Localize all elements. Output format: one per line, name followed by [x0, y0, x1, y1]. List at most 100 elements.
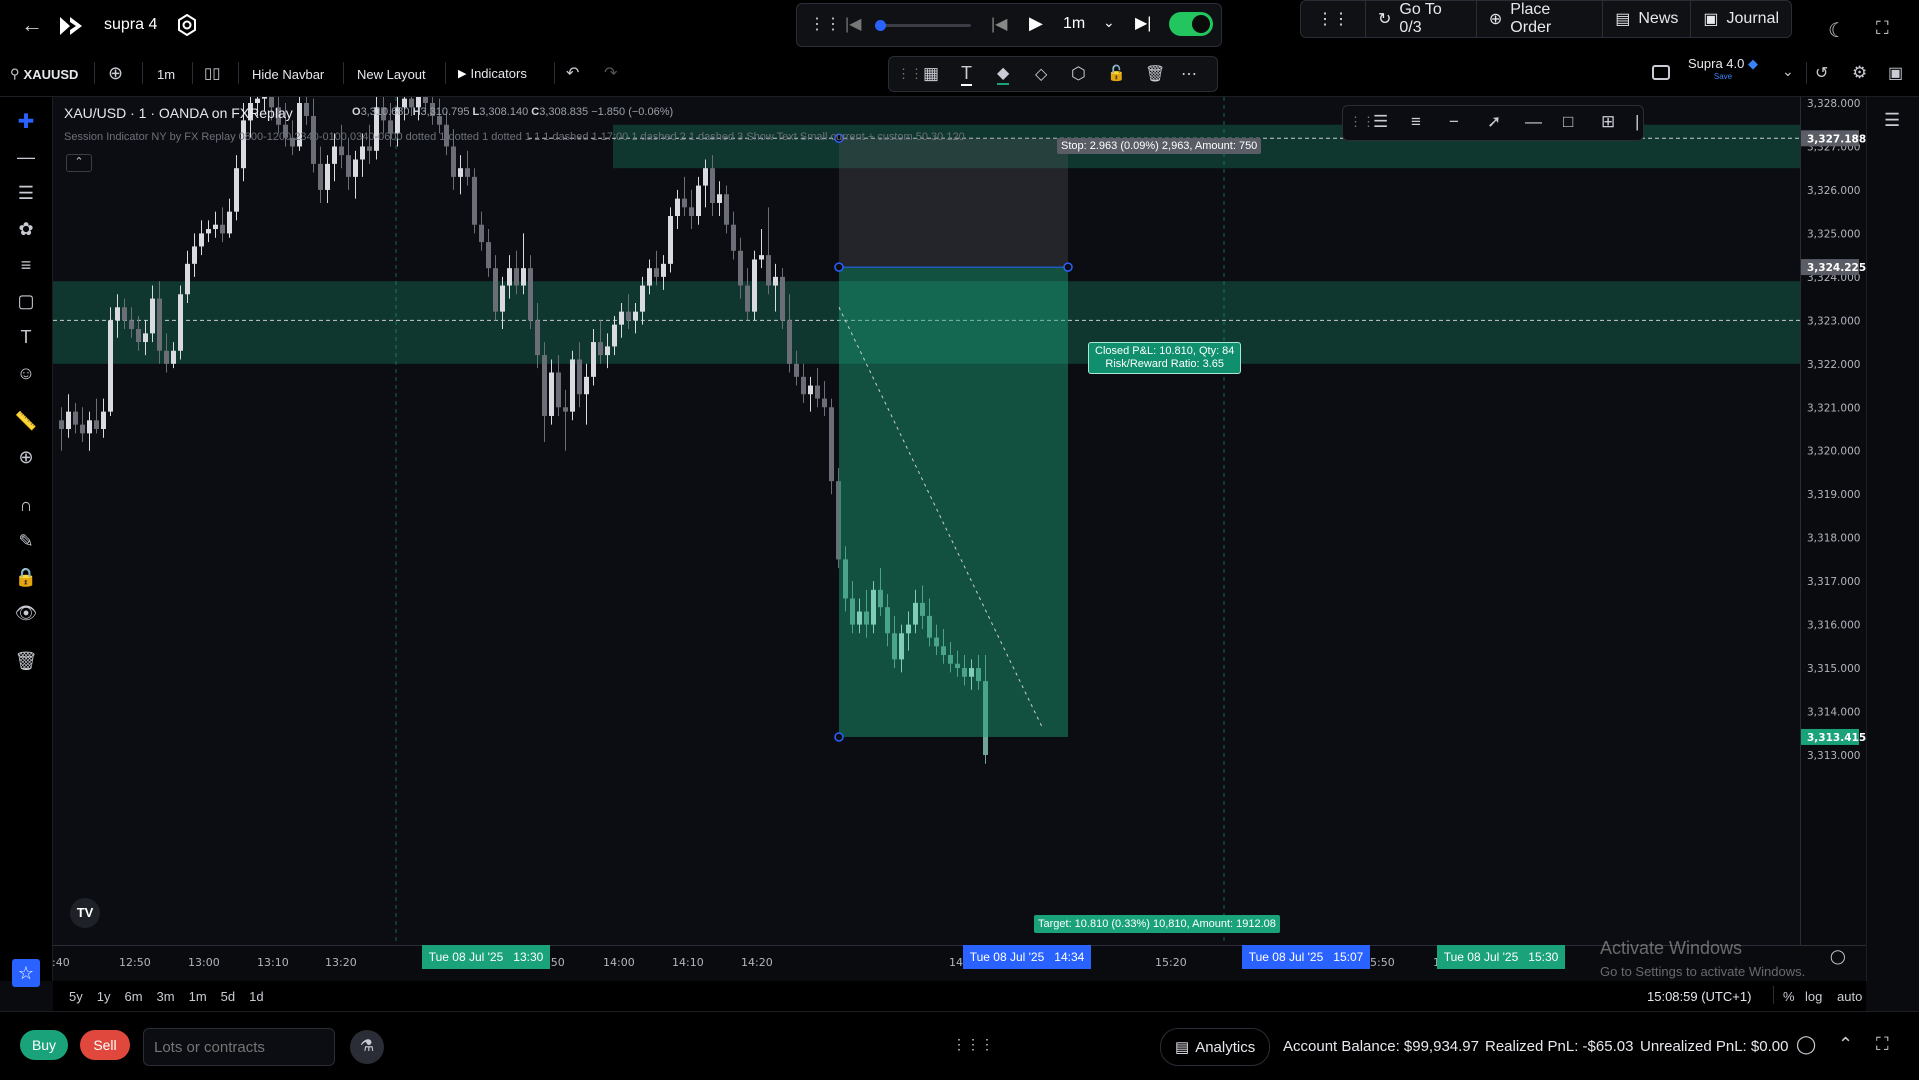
moon-icon[interactable]: ☾ [1828, 18, 1846, 43]
range-5d[interactable]: 5d [221, 989, 235, 1004]
text-icon[interactable]: T [12, 323, 40, 351]
symbol-search[interactable]: ⚲ XAUUSD [10, 66, 78, 82]
layout-name-button[interactable]: Supra 4.0 ◆ Save [1688, 56, 1758, 81]
place-order-button[interactable]: ⊕ Place Order [1477, 1, 1604, 37]
fill-color-icon[interactable]: ◆ [997, 63, 1010, 85]
layers-icon[interactable]: ☰ [1884, 110, 1900, 131]
step-back-icon[interactable]: |◀ [991, 14, 1007, 34]
lock-icon[interactable]: 🔒 [12, 563, 40, 591]
range-3m[interactable]: 3m [157, 989, 175, 1004]
chevron-up-icon[interactable]: ⌃ [1838, 1034, 1853, 1055]
zoom-in-icon[interactable]: ⊕ [12, 443, 40, 471]
undo-icon[interactable]: ↶ [566, 63, 579, 83]
journal-button[interactable]: ▣ Journal [1691, 1, 1791, 37]
fib-icon[interactable]: ≡ [12, 251, 40, 279]
percent-toggle[interactable]: % [1783, 989, 1795, 1004]
auto-toggle[interactable]: auto [1837, 989, 1862, 1004]
speed-label[interactable]: 1m [1063, 15, 1085, 33]
play-icon[interactable]: ▶ [1029, 13, 1043, 34]
expand-icon[interactable]: ⛶ [1876, 1034, 1889, 1055]
alert-icon[interactable]: ⚗ [350, 1030, 384, 1064]
checkbox-icon[interactable] [1652, 65, 1670, 80]
replay-icon[interactable]: ↺ [1815, 63, 1828, 83]
time-axis-settings-icon[interactable]: ◯ [1830, 948, 1846, 965]
range-1d[interactable]: 1d [249, 989, 263, 1004]
time-tick: 13:20 [325, 956, 357, 969]
camera-icon[interactable]: ▣ [1888, 63, 1903, 83]
emoji-icon[interactable]: ☺ [12, 359, 40, 387]
add-symbol-icon[interactable]: ⊕ [108, 63, 123, 84]
range-1m[interactable]: 1m [189, 989, 207, 1004]
hline-icon[interactable]: — [1525, 112, 1542, 132]
range-5y[interactable]: 5y [69, 989, 83, 1004]
candle-body [101, 411, 106, 429]
position-icon[interactable]: ⊞ [1601, 112, 1615, 132]
candle-body [213, 224, 218, 230]
crosshair-icon[interactable]: ✚ [12, 107, 40, 135]
redo-icon[interactable]: ↷ [604, 63, 617, 83]
rectangle-icon[interactable]: ▢ [12, 287, 40, 315]
rectangle-icon[interactable]: □ [1563, 112, 1573, 132]
drag-handle-icon[interactable]: ⋮⋮ [897, 66, 923, 82]
vline-icon[interactable]: | [1635, 112, 1639, 132]
more-icon[interactable]: ⋯ [1181, 64, 1197, 84]
time-tick: 14:00 [603, 956, 635, 969]
range-1y[interactable]: 1y [97, 989, 111, 1004]
eye-icon[interactable]: 👁 [12, 599, 40, 627]
drag-handle-icon[interactable]: ⋮⋮⋮ [952, 1036, 994, 1053]
magnet-icon[interactable]: ∩ [12, 491, 40, 519]
fullscreen-icon[interactable]: ⛶ [1876, 18, 1889, 39]
save-label[interactable]: Save [1688, 72, 1758, 81]
chevron-down-icon[interactable]: ⌄ [1782, 63, 1794, 80]
multi-line-icon[interactable]: ☰ [1373, 112, 1388, 132]
step-forward-icon[interactable]: ▶| [1135, 13, 1151, 33]
range-6m[interactable]: 6m [124, 989, 142, 1004]
trendline-icon[interactable]: — [12, 143, 40, 171]
analytics-button[interactable]: ▤ Analytics [1160, 1028, 1271, 1066]
trash-icon[interactable]: 🗑 [12, 647, 40, 675]
candles-icon[interactable]: ▯▯ [204, 64, 221, 82]
hide-navbar-button[interactable]: Hide Navbar [252, 67, 324, 82]
skip-start-icon[interactable]: |◀ [845, 14, 861, 34]
tradingview-logo-icon[interactable]: TV [70, 898, 100, 928]
text-color-icon[interactable]: T [961, 63, 972, 86]
trash-icon[interactable]: 🗑 [1145, 64, 1165, 84]
news-button[interactable]: ▤ News [1603, 1, 1692, 37]
templates-icon[interactable]: ▦ [923, 64, 939, 84]
slider-thumb[interactable] [875, 20, 886, 31]
lock-icon[interactable]: 🔓 [1107, 64, 1126, 82]
lock-drawing-icon[interactable]: ✎ [12, 527, 40, 555]
candle-body [227, 211, 232, 234]
pattern-icon[interactable]: ✿ [12, 215, 40, 243]
autoplay-toggle[interactable] [1169, 12, 1213, 36]
settings-icon[interactable]: ⬡ [1071, 64, 1086, 84]
log-toggle[interactable]: log [1805, 989, 1822, 1004]
eye-off-icon[interactable]: ◯ [1796, 1034, 1816, 1055]
sell-button[interactable]: Sell [80, 1030, 130, 1060]
grid-menu-icon[interactable]: ⋮⋮ [1301, 1, 1366, 37]
drag-handle-icon[interactable]: ⋮⋮ [809, 14, 841, 34]
candle-body [255, 98, 260, 103]
line-color-icon[interactable]: ◇ [1035, 64, 1047, 84]
gear-icon[interactable] [176, 14, 198, 36]
collapse-legend-icon[interactable]: ⌃ [66, 154, 92, 172]
channel-icon[interactable]: ≡ [1411, 112, 1421, 132]
lots-input[interactable] [143, 1028, 335, 1066]
trendline-icon[interactable]: ➚ [1487, 112, 1501, 132]
buy-button[interactable]: Buy [20, 1030, 68, 1060]
chart-canvas[interactable]: 3,328.0003,327.0003,326.0003,325.0003,32… [53, 97, 1919, 981]
star-icon[interactable]: ☆ [12, 959, 40, 987]
drag-handle-icon[interactable]: ⋮⋮ [1349, 114, 1375, 130]
settings-gear-icon[interactable]: ⚙ [1852, 63, 1867, 83]
new-layout-button[interactable]: New Layout [357, 67, 426, 82]
candle-body [367, 146, 372, 151]
back-arrow-icon[interactable]: ← [20, 12, 44, 37]
ruler-icon[interactable]: 📏 [12, 407, 40, 435]
indicators-button[interactable]: ▶ Indicators [458, 66, 527, 81]
horizontal-lines-icon[interactable]: ☰ [12, 179, 40, 207]
go-to-button[interactable]: ↻ Go To 0/3 [1366, 1, 1477, 37]
playback-slider[interactable] [875, 20, 971, 31]
interval-button[interactable]: 1m [157, 67, 175, 82]
chevron-down-icon[interactable]: ⌄ [1103, 14, 1115, 31]
horizontal-ray-icon[interactable]: − [1449, 112, 1459, 132]
